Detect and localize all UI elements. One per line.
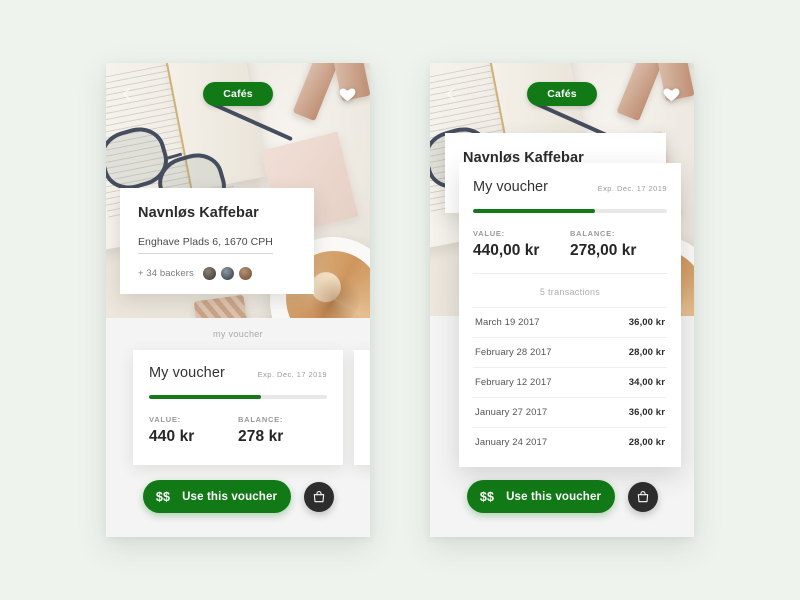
voucher-balance-amount: 278,00 kr bbox=[570, 242, 637, 259]
money-icon: $$ bbox=[155, 489, 171, 504]
transaction-row[interactable]: March 19 2017 36,00 kr bbox=[473, 307, 667, 337]
my-voucher-section-label: my voucher bbox=[212, 329, 264, 339]
transaction-date: January 27 2017 bbox=[475, 407, 548, 418]
use-voucher-label: Use this voucher bbox=[506, 490, 602, 503]
voucher-value-label: VALUE: bbox=[473, 229, 505, 238]
phone-screen-one: Cafés Navnløs Kaffebar Enghave Plads 6, … bbox=[106, 63, 370, 537]
category-pill-cafes[interactable]: Cafés bbox=[203, 82, 273, 106]
venue-address[interactable]: Enghave Plads 6, 1670 CPH bbox=[138, 236, 273, 254]
voucher-progress-bar bbox=[149, 395, 327, 399]
venue-name: Navnløs Kaffebar bbox=[138, 205, 259, 221]
hero-top-bar-one: Cafés bbox=[106, 82, 370, 106]
voucher-value-amount: 440,00 kr bbox=[473, 242, 540, 259]
voucher-expiry: Exp. Dec. 17 2019 bbox=[597, 184, 667, 193]
transaction-amount: 28,00 kr bbox=[628, 347, 665, 358]
voucher-balance-amount: 278 kr bbox=[238, 428, 284, 445]
transaction-amount: 36,00 kr bbox=[628, 317, 665, 328]
transaction-row[interactable]: February 12 2017 34,00 kr bbox=[473, 367, 667, 397]
voucher-value: VALUE: 440 kr bbox=[149, 415, 238, 446]
voucher-title: My voucher bbox=[473, 179, 548, 195]
transaction-date: February 28 2017 bbox=[475, 347, 552, 358]
voucher-card[interactable]: My voucher Exp. Dec. 17 2019 VALUE: 440 … bbox=[133, 350, 343, 465]
voucher-carousel[interactable]: My voucher Exp. Dec. 17 2019 VALUE: 440 … bbox=[106, 350, 370, 465]
backers-label: + 34 backers bbox=[138, 268, 194, 279]
voucher-expiry: Exp. Dec. 17 2019 bbox=[257, 370, 327, 379]
action-bar-one: $$ Use this voucher bbox=[106, 480, 370, 513]
voucher-card-next[interactable] bbox=[354, 350, 370, 465]
shopping-bag-button[interactable] bbox=[303, 481, 334, 512]
use-voucher-button[interactable]: $$ Use this voucher bbox=[142, 480, 291, 513]
transaction-date: January 24 2017 bbox=[475, 437, 548, 448]
backer-avatars bbox=[202, 267, 252, 280]
transaction-amount: 34,00 kr bbox=[628, 377, 665, 388]
transactions-list: March 19 2017 36,00 kr February 28 2017 28,… bbox=[473, 307, 667, 457]
hero-top-bar-two: Cafés bbox=[430, 82, 694, 106]
transaction-date: March 19 2017 bbox=[475, 317, 540, 328]
screens-stage: Cafés Navnløs Kaffebar Enghave Plads 6, … bbox=[0, 0, 800, 600]
avatar bbox=[238, 267, 252, 280]
voucher-detail-panel: My voucher Exp. Dec. 17 2019 VALUE: 440,… bbox=[459, 163, 681, 467]
shopping-bag-button[interactable] bbox=[627, 481, 658, 512]
chevron-left-icon[interactable] bbox=[442, 85, 460, 103]
voucher-value-amount: 440 kr bbox=[149, 428, 195, 445]
voucher-title: My voucher bbox=[149, 365, 225, 381]
voucher-balance: BALANCE: 278,00 kr bbox=[570, 229, 667, 260]
hero-image-one: Cafés Navnløs Kaffebar Enghave Plads 6, … bbox=[106, 63, 370, 318]
action-bar-two: $$ Use this voucher bbox=[430, 480, 694, 513]
shopping-bag-icon bbox=[313, 490, 324, 502]
transaction-date: February 12 2017 bbox=[475, 377, 552, 388]
money-icon: $$ bbox=[479, 489, 495, 504]
use-voucher-button[interactable]: $$ Use this voucher bbox=[466, 480, 615, 513]
voucher-balance-label: BALANCE: bbox=[570, 229, 616, 238]
voucher-balance-label: BALANCE: bbox=[238, 415, 284, 424]
transaction-row[interactable]: January 27 2017 36,00 kr bbox=[473, 397, 667, 427]
transaction-amount: 36,00 kr bbox=[628, 407, 665, 418]
use-voucher-label: Use this voucher bbox=[182, 490, 278, 503]
heart-icon[interactable] bbox=[338, 85, 357, 104]
screen-one-body: my voucher My voucher Exp. Dec. 17 2019 … bbox=[106, 318, 370, 537]
transaction-amount: 28,00 kr bbox=[628, 437, 665, 448]
voucher-value-label: VALUE: bbox=[149, 415, 181, 424]
voucher-progress-bar bbox=[473, 209, 667, 213]
voucher-balance: BALANCE: 278 kr bbox=[238, 415, 327, 446]
avatar bbox=[202, 267, 216, 280]
backers-row[interactable]: + 34 backers bbox=[138, 267, 296, 280]
transaction-row[interactable]: February 28 2017 28,00 kr bbox=[473, 337, 667, 367]
phone-screen-two: Cafés Navnløs Kaffebar My voucher Exp. D… bbox=[430, 63, 694, 537]
voucher-value: VALUE: 440,00 kr bbox=[473, 229, 570, 260]
shopping-bag-icon bbox=[637, 490, 648, 502]
chevron-left-icon[interactable] bbox=[118, 85, 136, 103]
category-pill-cafes[interactable]: Cafés bbox=[527, 82, 597, 106]
avatar bbox=[220, 267, 234, 280]
transactions-count-label: 5 transactions bbox=[539, 287, 601, 297]
transaction-row[interactable]: January 24 2017 28,00 kr bbox=[473, 427, 667, 457]
venue-card-one: Navnløs Kaffebar Enghave Plads 6, 1670 C… bbox=[120, 188, 314, 294]
heart-icon[interactable] bbox=[662, 85, 681, 104]
